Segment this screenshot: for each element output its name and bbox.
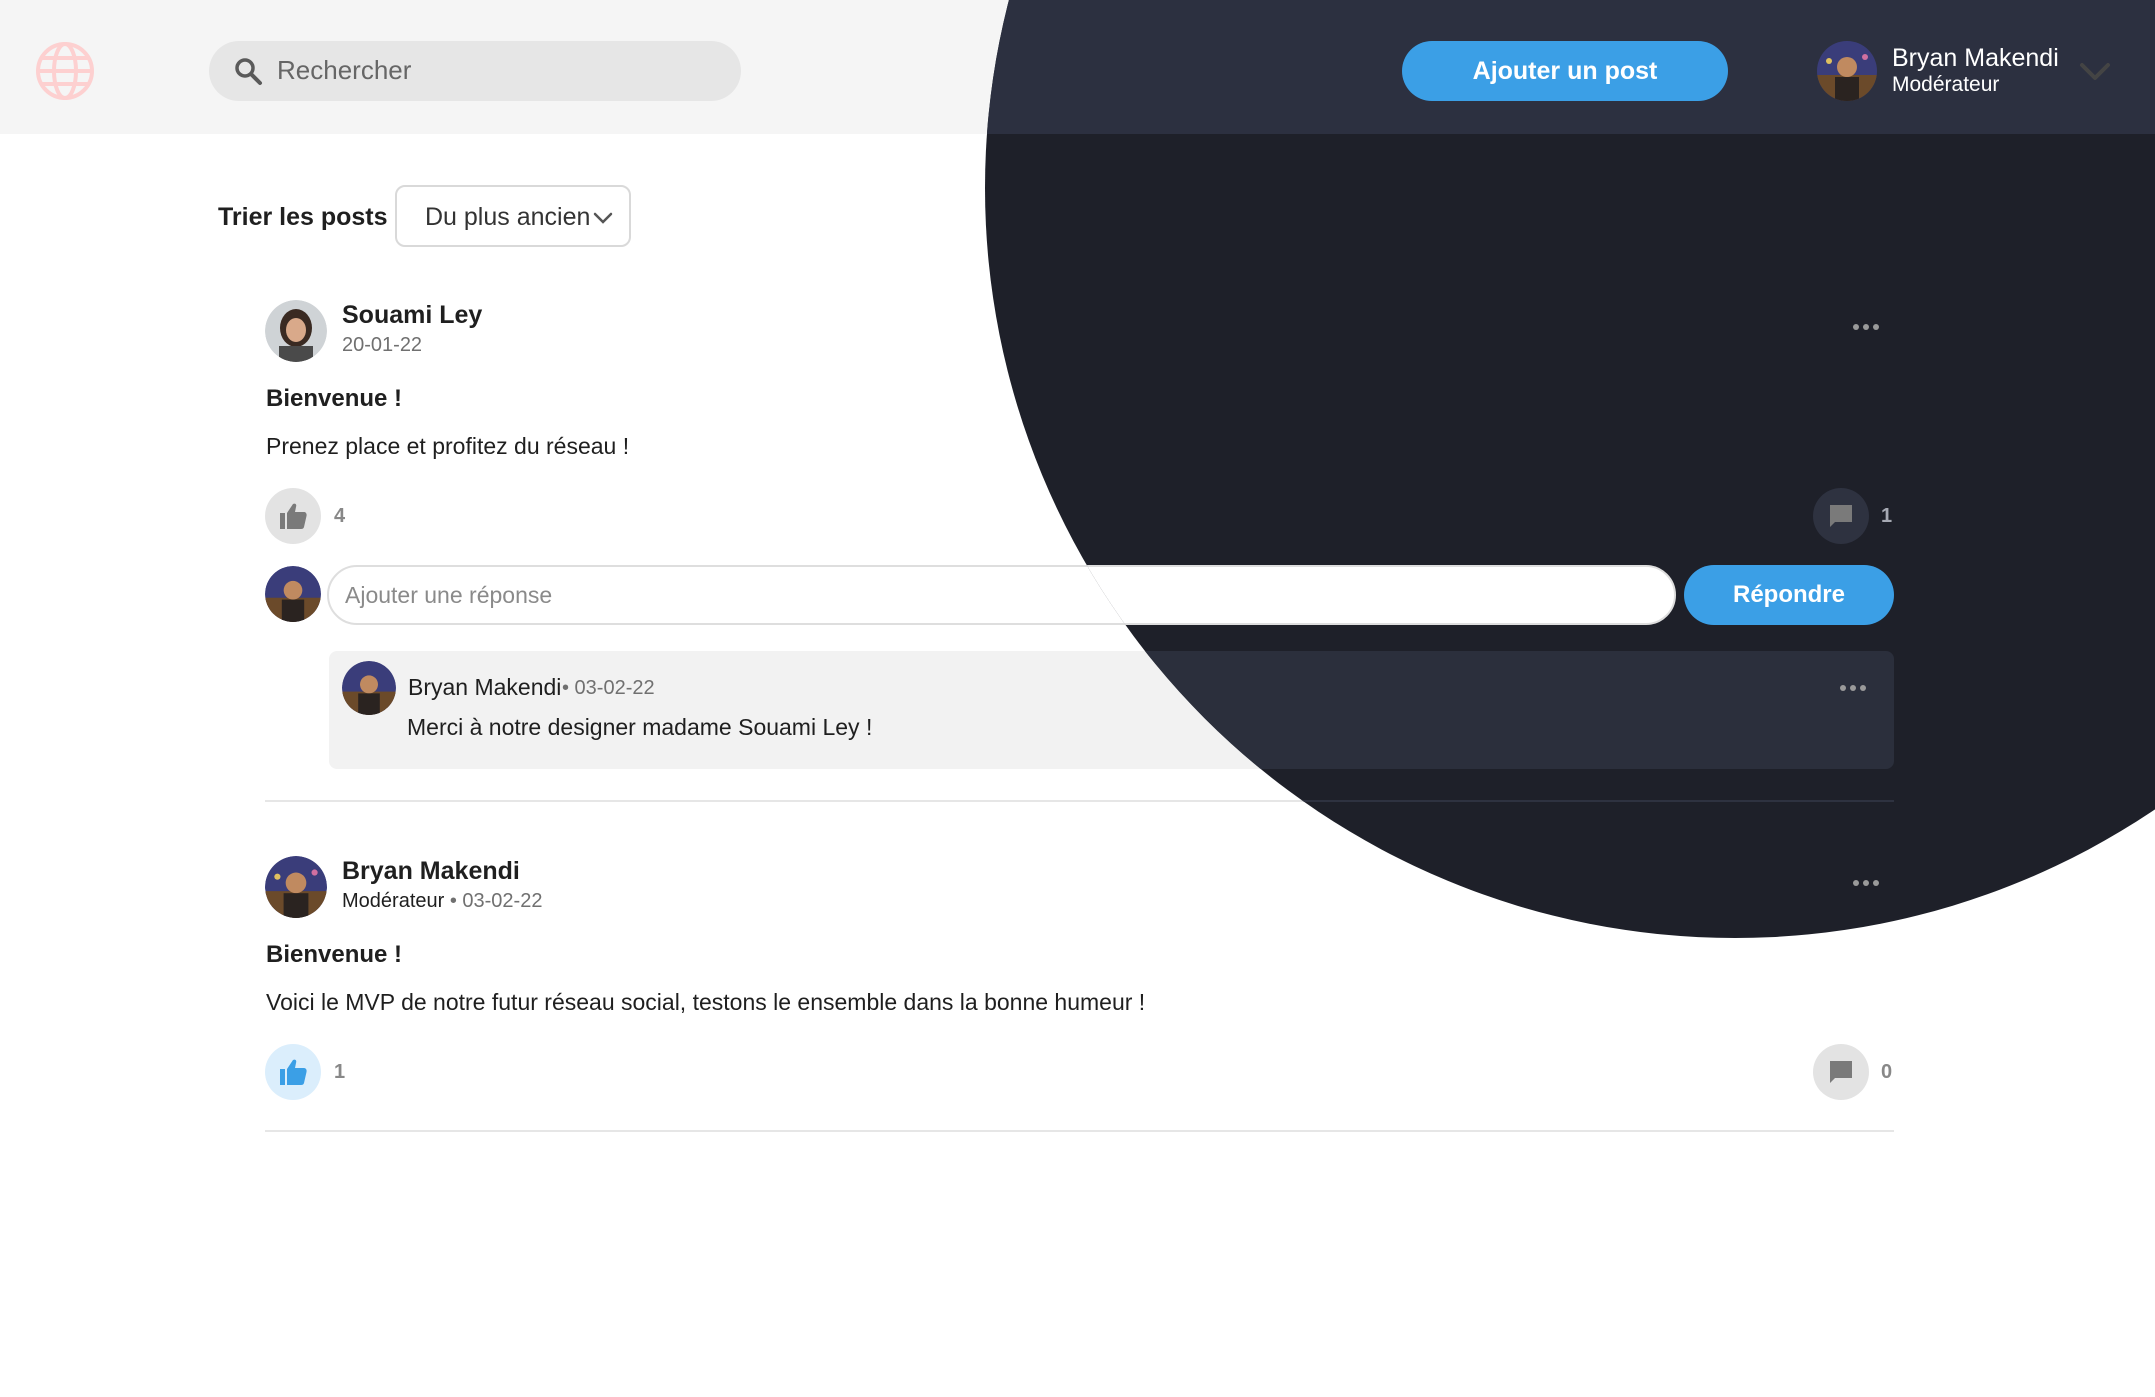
search-icon bbox=[235, 58, 262, 85]
post-meta: Modérateur • 03-02-22 bbox=[342, 890, 542, 913]
globe-icon[interactable] bbox=[34, 40, 96, 102]
chevron-down-icon[interactable] bbox=[2078, 58, 2112, 84]
post-author-role: Modérateur bbox=[342, 890, 445, 912]
post-author-name[interactable]: Souami Ley bbox=[342, 301, 482, 330]
search-placeholder: Rechercher bbox=[277, 55, 412, 85]
user-role: Modérateur bbox=[1892, 73, 2000, 96]
sort-select[interactable]: Du plus ancien bbox=[395, 185, 631, 247]
post-date: 20-01-22 bbox=[342, 334, 423, 356]
like-count: 1 bbox=[334, 1061, 346, 1083]
more-options-icon[interactable] bbox=[1852, 878, 1880, 888]
chevron-down-icon bbox=[593, 212, 613, 224]
author-avatar[interactable] bbox=[265, 856, 327, 918]
post-title: Bienvenue ! bbox=[266, 385, 403, 412]
sort-label: Trier les posts bbox=[218, 203, 388, 231]
user-name: Bryan Makendi bbox=[1892, 44, 2059, 72]
author-avatar[interactable] bbox=[265, 300, 327, 362]
reply-button[interactable]: Répondre bbox=[1684, 565, 1894, 625]
comment-date: • 03-02-22 bbox=[562, 677, 655, 699]
post-title: Bienvenue ! bbox=[266, 941, 403, 968]
reply-placeholder: Ajouter une réponse bbox=[345, 582, 553, 608]
post-author-name[interactable]: Bryan Makendi bbox=[342, 857, 520, 886]
more-options-icon[interactable] bbox=[1852, 322, 1880, 332]
search-input[interactable]: Rechercher bbox=[209, 41, 741, 101]
reply-avatar bbox=[265, 566, 321, 622]
like-count: 4 bbox=[334, 505, 346, 527]
post-body: Prenez place et profitez du réseau ! bbox=[266, 433, 630, 459]
thumbs-up-icon bbox=[280, 1059, 307, 1085]
comment-count: 0 bbox=[1881, 1061, 1893, 1083]
comment-button[interactable] bbox=[1813, 1044, 1869, 1100]
more-options-icon[interactable] bbox=[1839, 683, 1867, 693]
post-body: Voici le MVP de notre futur réseau socia… bbox=[266, 989, 1146, 1015]
comment-author-name[interactable]: Bryan Makendi bbox=[408, 674, 561, 701]
post-divider bbox=[265, 1130, 1894, 1132]
comment-icon bbox=[1830, 505, 1852, 527]
like-button[interactable] bbox=[265, 488, 321, 544]
sort-selected-value: Du plus ancien bbox=[425, 203, 591, 231]
comment-icon bbox=[1830, 1061, 1852, 1083]
comment-author-avatar[interactable] bbox=[342, 661, 396, 715]
thumbs-up-icon bbox=[280, 503, 307, 529]
post-date: • 03-02-22 bbox=[444, 890, 543, 912]
user-avatar[interactable] bbox=[1817, 41, 1877, 101]
add-post-button[interactable]: Ajouter un post bbox=[1402, 41, 1728, 101]
comment-text: Merci à notre designer madame Souami Ley… bbox=[407, 714, 873, 740]
like-button[interactable] bbox=[265, 1044, 321, 1100]
comment-count: 1 bbox=[1881, 505, 1893, 527]
comment-button[interactable] bbox=[1813, 488, 1869, 544]
